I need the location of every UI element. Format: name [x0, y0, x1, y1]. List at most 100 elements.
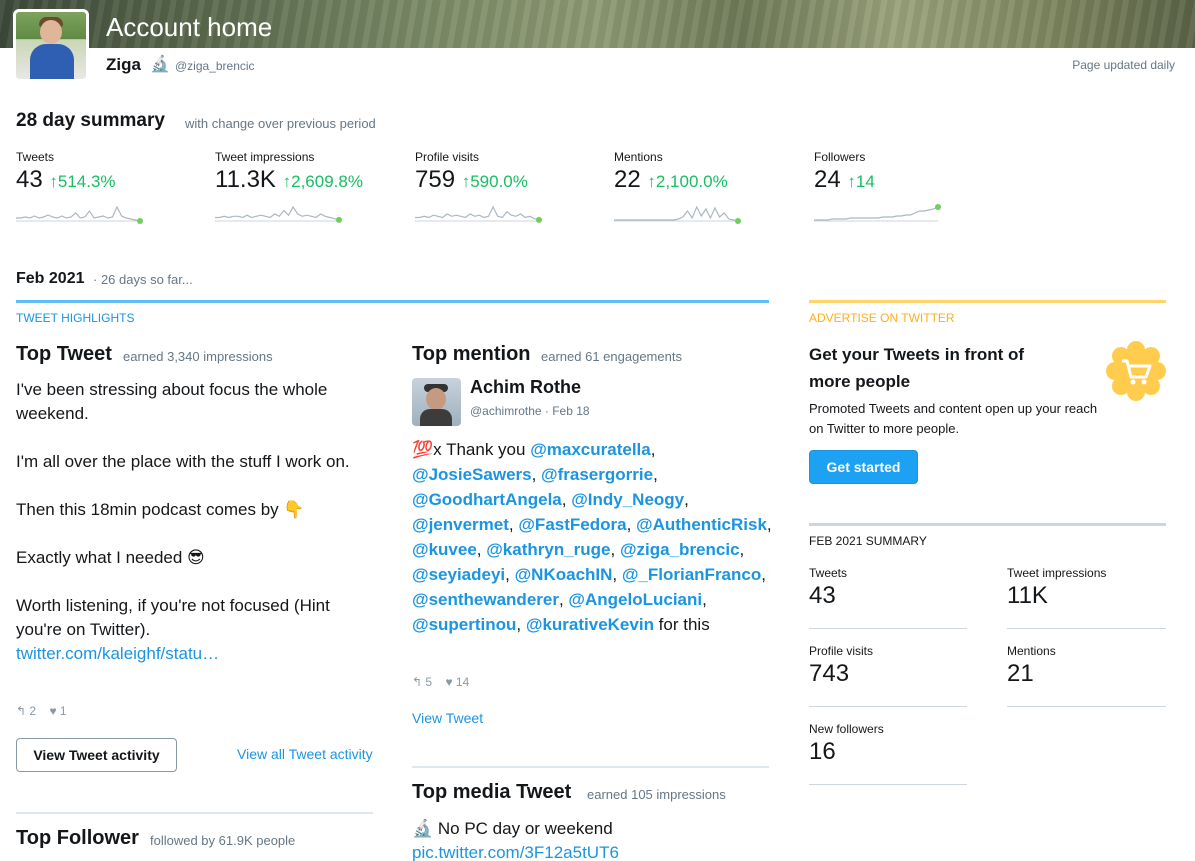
mention-handle-link[interactable]: @kathryn_ruge — [486, 540, 610, 559]
feb-stat-value: 43 — [809, 582, 836, 609]
feb-summary-separator — [809, 628, 967, 629]
stat-value: 759 — [415, 166, 456, 193]
stat-value: 22 — [614, 166, 641, 193]
arrow-up-icon: ↑ — [647, 172, 656, 191]
feb-stat-value: 743 — [809, 660, 850, 687]
stat-label: Profile visits — [415, 150, 480, 164]
mention-handle-link[interactable]: @jenvermet — [412, 515, 509, 534]
advertise-label: ADVERTISE ON TWITTER — [809, 311, 955, 325]
sparkline-line — [215, 205, 340, 221]
top-media-title: Top media Tweet — [412, 781, 572, 803]
view-all-tweet-activity-link[interactable]: View all Tweet activity — [237, 746, 373, 762]
sparkline-endpoint — [735, 218, 741, 224]
stat-followers: Followers 24 ↑14 — [814, 150, 1004, 194]
stat-change: 2,609.8% — [291, 172, 363, 191]
mention-author-handle[interactable]: @achimrothe · Feb 18 — [470, 404, 590, 418]
feb-stat-mentions: Mentions 21 — [1007, 644, 1165, 688]
tweet-paragraph: I'm all over the place with the stuff I … — [16, 452, 350, 471]
like-count: 1 — [59, 704, 67, 718]
top-media-subtitle: earned 105 impressions — [587, 787, 726, 802]
mention-handle-link[interactable]: @frasergorrie — [541, 465, 653, 484]
advertise-body: Promoted Tweets and content open up your… — [809, 401, 1098, 436]
top-media-text: 🔬 No PC day or weekend pic.twitter.com/3… — [412, 817, 619, 861]
media-tweet-text: 🔬 No PC day or weekend — [412, 819, 613, 838]
feb-summary-separator — [1007, 706, 1166, 707]
mention-handle-link[interactable]: @NKoachIN — [515, 565, 613, 584]
mention-handles: @maxcuratella, @JosieSawers, @frasergorr… — [412, 440, 772, 634]
stat-change: 14 — [855, 172, 875, 191]
mention-author-name[interactable]: Achim Rothe — [470, 377, 581, 398]
mention-handle-link[interactable]: @JosieSawers — [412, 465, 532, 484]
arrow-up-icon: ↑ — [847, 172, 856, 191]
tweet-paragraph: Then this 18min podcast comes by 👇 — [16, 500, 305, 519]
sparkline-line — [415, 205, 540, 221]
mention-handle-link[interactable]: @AuthenticRisk — [636, 515, 767, 534]
mention-handle-link[interactable]: @kuvee — [412, 540, 477, 559]
mention-handle-link[interactable]: @Indy_Neogy — [571, 490, 684, 509]
mention-avatar[interactable] — [412, 378, 461, 426]
month-subtitle: · 26 days so far... — [93, 272, 193, 287]
view-tweet-activity-button[interactable]: View Tweet activity — [16, 738, 177, 772]
media-tweet-link[interactable]: pic.twitter.com/3F12a5tUT6 — [412, 843, 619, 861]
stat-label: Mentions — [614, 150, 663, 164]
heart-icon[interactable]: ♥ — [49, 704, 56, 718]
heart-icon[interactable]: ♥ — [445, 675, 452, 689]
advertise-title: Get your Tweets in front of more people — [809, 345, 1025, 391]
feb-stat-tweets: Tweets 43 — [809, 566, 967, 610]
view-tweet-link[interactable]: View Tweet — [412, 710, 483, 726]
tweet-paragraph: I've been stressing about focus the whol… — [16, 380, 328, 423]
avatar-head — [40, 20, 62, 44]
feb-summary-separator — [809, 784, 967, 785]
mention-handle-link[interactable]: @senthewanderer — [412, 590, 559, 609]
avatar-body — [420, 409, 452, 426]
mention-handle-link[interactable]: @_FlorianFranco — [622, 565, 761, 584]
stat-profile-visits: Profile visits 759 ↑590.0% — [415, 150, 605, 194]
get-started-button[interactable]: Get started — [809, 450, 918, 484]
sparkline-endpoint — [536, 216, 542, 223]
mention-handle-link[interactable]: @FastFedora — [518, 515, 626, 534]
feb-stat-impressions: Tweet impressions 11K — [1007, 566, 1165, 610]
highlights-label: TWEET HIGHLIGHTS — [16, 311, 135, 325]
sparkline-endpoint — [935, 204, 941, 210]
mention-text: 💯x Thank you @maxcuratella, @JosieSawers… — [412, 437, 772, 637]
feb-summary-separator — [809, 706, 967, 707]
retweet-icon[interactable]: ↰ — [16, 704, 26, 718]
feb-stat-value: 11K — [1007, 582, 1048, 609]
mention-handle-link[interactable]: @seyiadeyi — [412, 565, 505, 584]
stat-label: Tweet impressions — [215, 150, 315, 164]
retweet-icon[interactable]: ↰ — [412, 675, 422, 689]
mention-handle-link[interactable]: @GoodhartAngela — [412, 490, 562, 509]
retweet-count: 2 — [29, 704, 37, 718]
section-divider — [16, 812, 373, 814]
feb-stat-label: Profile visits — [809, 644, 874, 658]
profile-avatar[interactable] — [13, 9, 89, 82]
stat-change: 514.3% — [57, 172, 116, 191]
mention-handle-link[interactable]: @kurativeKevin — [526, 615, 654, 634]
top-follower-title: Top Follower — [16, 827, 139, 849]
sparkline-mentions — [614, 205, 741, 224]
top-tweet-text: I've been stressing about focus the whol… — [16, 378, 371, 666]
sparkline-line — [614, 205, 739, 222]
mention-handle-link[interactable]: @AngeloLuciani — [568, 590, 702, 609]
account-name[interactable]: Ziga — [106, 55, 141, 75]
stat-change: 2,100.0% — [655, 172, 728, 191]
retweet-count: 5 — [425, 675, 433, 689]
top-tweet-subtitle: earned 3,340 impressions — [123, 349, 273, 364]
account-handle[interactable]: @ziga_brencic — [175, 59, 255, 73]
tweet-link[interactable]: twitter.com/kaleighf/statu… — [16, 644, 219, 663]
microscope-icon: 🔬 — [150, 56, 170, 73]
stat-label: Tweets — [16, 150, 55, 164]
mention-prefix: 💯x Thank you — [412, 440, 531, 459]
sparkline-endpoint — [137, 218, 143, 224]
mention-handle-link[interactable]: @maxcuratella — [530, 440, 651, 459]
top-follower-subtitle: followed by 61.9K people — [150, 833, 296, 848]
mention-handle-link[interactable]: @supertinou — [412, 615, 516, 634]
feb-summary-label: FEB 2021 SUMMARY — [809, 534, 927, 548]
stat-value: 43 — [16, 166, 43, 193]
sparkline-tweets — [16, 205, 143, 224]
page-updated-note: Page updated daily — [1072, 58, 1175, 72]
summary-title: 28 day summary — [16, 110, 165, 131]
mention-handle-link[interactable]: @ziga_brencic — [620, 540, 740, 559]
sparkline-followers — [814, 204, 941, 222]
shopping-cart-badge-icon — [1106, 341, 1166, 401]
